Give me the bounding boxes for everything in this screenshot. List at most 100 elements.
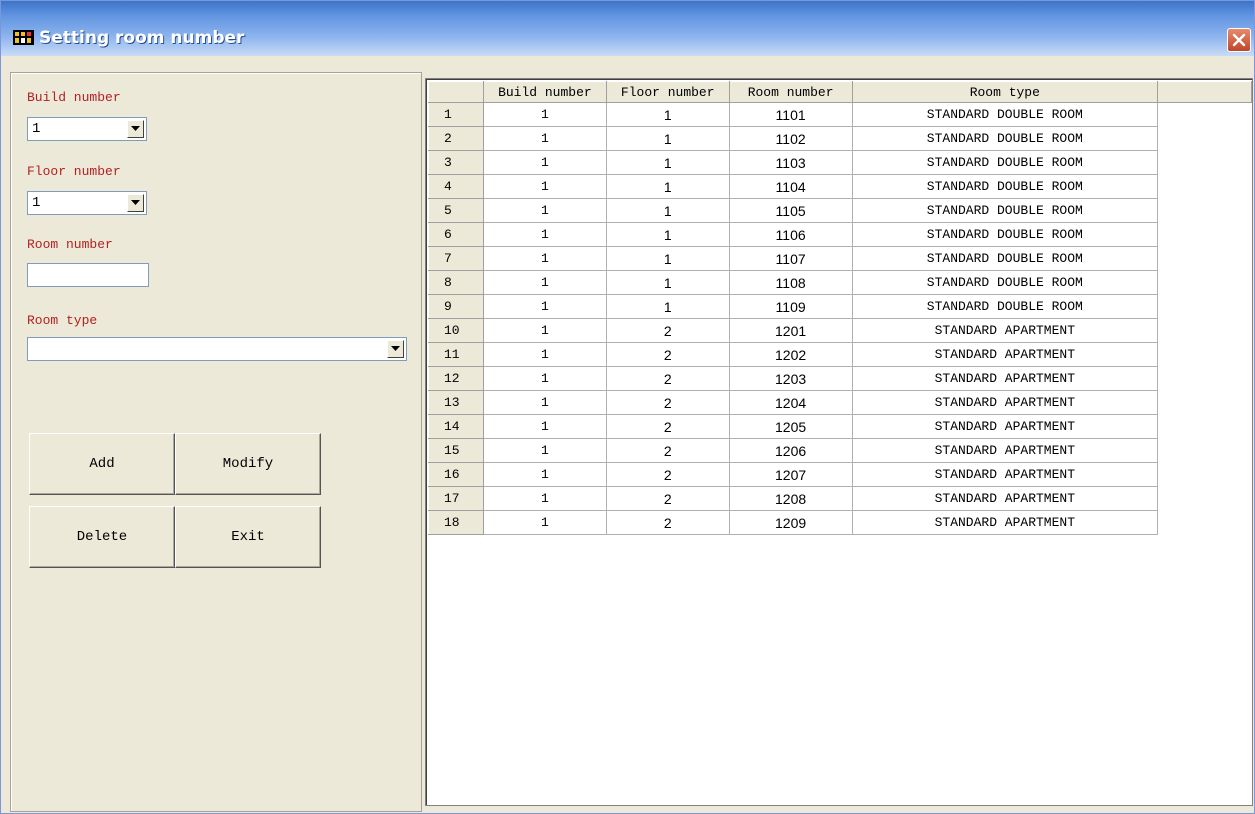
column-header[interactable]: Room type <box>851 81 1159 103</box>
cell-type[interactable]: STANDARD APARTMENT <box>851 414 1159 439</box>
cell-build[interactable]: 1 <box>482 390 607 415</box>
cell-build[interactable]: 1 <box>482 462 607 487</box>
row-number[interactable]: 4 <box>428 174 484 199</box>
cell-room[interactable]: 1106 <box>728 222 853 247</box>
cell-floor[interactable]: 1 <box>605 102 730 127</box>
cell-build[interactable]: 1 <box>482 342 607 367</box>
table-row[interactable]: 13 1 2 1204 STANDARD APARTMENT <box>428 390 1252 415</box>
table-row[interactable]: 14 1 2 1205 STANDARD APARTMENT <box>428 414 1252 439</box>
cell-floor[interactable]: 1 <box>605 126 730 151</box>
table-row[interactable]: 2 1 1 1102 STANDARD DOUBLE ROOM <box>428 126 1252 151</box>
dropdown-arrow-icon[interactable] <box>127 194 144 212</box>
grid-corner-header[interactable] <box>428 81 484 103</box>
cell-room[interactable]: 1102 <box>728 126 853 151</box>
row-number[interactable]: 18 <box>428 510 484 535</box>
close-button[interactable] <box>1227 28 1251 52</box>
table-row[interactable]: 7 1 1 1107 STANDARD DOUBLE ROOM <box>428 246 1252 271</box>
row-number[interactable]: 2 <box>428 126 484 151</box>
delete-button[interactable]: Delete <box>29 506 175 568</box>
cell-build[interactable]: 1 <box>482 198 607 223</box>
room-grid[interactable]: Build number Floor number Room number Ro… <box>425 78 1253 806</box>
cell-floor[interactable]: 2 <box>605 414 730 439</box>
cell-floor[interactable]: 2 <box>605 390 730 415</box>
cell-type[interactable]: STANDARD APARTMENT <box>851 486 1159 511</box>
cell-build[interactable]: 1 <box>482 150 607 175</box>
cell-room[interactable]: 1103 <box>728 150 853 175</box>
table-row[interactable]: 1 1 1 1101 STANDARD DOUBLE ROOM <box>428 102 1252 127</box>
cell-room[interactable]: 1206 <box>728 438 853 463</box>
cell-floor[interactable]: 2 <box>605 366 730 391</box>
cell-floor[interactable]: 2 <box>605 438 730 463</box>
cell-type[interactable]: STANDARD DOUBLE ROOM <box>851 294 1159 319</box>
table-row[interactable]: 10 1 2 1201 STANDARD APARTMENT <box>428 318 1252 343</box>
build-number-select[interactable]: 1 <box>27 117 147 141</box>
cell-room[interactable]: 1105 <box>728 198 853 223</box>
cell-floor[interactable]: 2 <box>605 318 730 343</box>
cell-room[interactable]: 1208 <box>728 486 853 511</box>
row-number[interactable]: 12 <box>428 366 484 391</box>
cell-room[interactable]: 1205 <box>728 414 853 439</box>
cell-type[interactable]: STANDARD APARTMENT <box>851 510 1159 535</box>
cell-build[interactable]: 1 <box>482 414 607 439</box>
cell-build[interactable]: 1 <box>482 366 607 391</box>
title-bar[interactable]: Setting room number <box>1 1 1254 56</box>
row-number[interactable]: 7 <box>428 246 484 271</box>
cell-room[interactable]: 1104 <box>728 174 853 199</box>
room-number-input[interactable] <box>27 263 149 287</box>
add-button[interactable]: Add <box>29 433 175 495</box>
cell-type[interactable]: STANDARD APARTMENT <box>851 318 1159 343</box>
row-number[interactable]: 13 <box>428 390 484 415</box>
row-number[interactable]: 14 <box>428 414 484 439</box>
cell-build[interactable]: 1 <box>482 222 607 247</box>
cell-room[interactable]: 1109 <box>728 294 853 319</box>
table-row[interactable]: 8 1 1 1108 STANDARD DOUBLE ROOM <box>428 270 1252 295</box>
table-row[interactable]: 16 1 2 1207 STANDARD APARTMENT <box>428 462 1252 487</box>
row-number[interactable]: 15 <box>428 438 484 463</box>
cell-floor[interactable]: 1 <box>605 198 730 223</box>
cell-build[interactable]: 1 <box>482 510 607 535</box>
cell-floor[interactable]: 2 <box>605 486 730 511</box>
cell-room[interactable]: 1207 <box>728 462 853 487</box>
cell-build[interactable]: 1 <box>482 486 607 511</box>
cell-type[interactable]: STANDARD DOUBLE ROOM <box>851 198 1159 223</box>
row-number[interactable]: 16 <box>428 462 484 487</box>
modify-button[interactable]: Modify <box>175 433 321 495</box>
cell-build[interactable]: 1 <box>482 126 607 151</box>
table-row[interactable]: 9 1 1 1109 STANDARD DOUBLE ROOM <box>428 294 1252 319</box>
cell-floor[interactable]: 2 <box>605 342 730 367</box>
cell-room[interactable]: 1201 <box>728 318 853 343</box>
table-row[interactable]: 15 1 2 1206 STANDARD APARTMENT <box>428 438 1252 463</box>
dropdown-arrow-icon[interactable] <box>127 120 144 138</box>
row-number[interactable]: 9 <box>428 294 484 319</box>
cell-room[interactable]: 1202 <box>728 342 853 367</box>
row-number[interactable]: 17 <box>428 486 484 511</box>
cell-type[interactable]: STANDARD DOUBLE ROOM <box>851 222 1159 247</box>
row-number[interactable]: 8 <box>428 270 484 295</box>
cell-type[interactable]: STANDARD APARTMENT <box>851 462 1159 487</box>
cell-type[interactable]: STANDARD DOUBLE ROOM <box>851 126 1159 151</box>
cell-type[interactable]: STANDARD APARTMENT <box>851 366 1159 391</box>
cell-floor[interactable]: 1 <box>605 222 730 247</box>
row-number[interactable]: 5 <box>428 198 484 223</box>
cell-build[interactable]: 1 <box>482 102 607 127</box>
cell-build[interactable]: 1 <box>482 270 607 295</box>
cell-build[interactable]: 1 <box>482 438 607 463</box>
cell-floor[interactable]: 1 <box>605 294 730 319</box>
cell-build[interactable]: 1 <box>482 174 607 199</box>
table-row[interactable]: 17 1 2 1208 STANDARD APARTMENT <box>428 486 1252 511</box>
row-number[interactable]: 10 <box>428 318 484 343</box>
cell-type[interactable]: STANDARD DOUBLE ROOM <box>851 102 1159 127</box>
cell-type[interactable]: STANDARD APARTMENT <box>851 390 1159 415</box>
cell-room[interactable]: 1204 <box>728 390 853 415</box>
table-row[interactable]: 18 1 2 1209 STANDARD APARTMENT <box>428 510 1252 535</box>
cell-room[interactable]: 1209 <box>728 510 853 535</box>
cell-type[interactable]: STANDARD APARTMENT <box>851 342 1159 367</box>
table-row[interactable]: 3 1 1 1103 STANDARD DOUBLE ROOM <box>428 150 1252 175</box>
cell-build[interactable]: 1 <box>482 246 607 271</box>
row-number[interactable]: 11 <box>428 342 484 367</box>
cell-room[interactable]: 1101 <box>728 102 853 127</box>
cell-type[interactable]: STANDARD DOUBLE ROOM <box>851 174 1159 199</box>
column-header[interactable]: Floor number <box>605 81 730 103</box>
row-number[interactable]: 1 <box>428 102 484 127</box>
table-row[interactable]: 5 1 1 1105 STANDARD DOUBLE ROOM <box>428 198 1252 223</box>
